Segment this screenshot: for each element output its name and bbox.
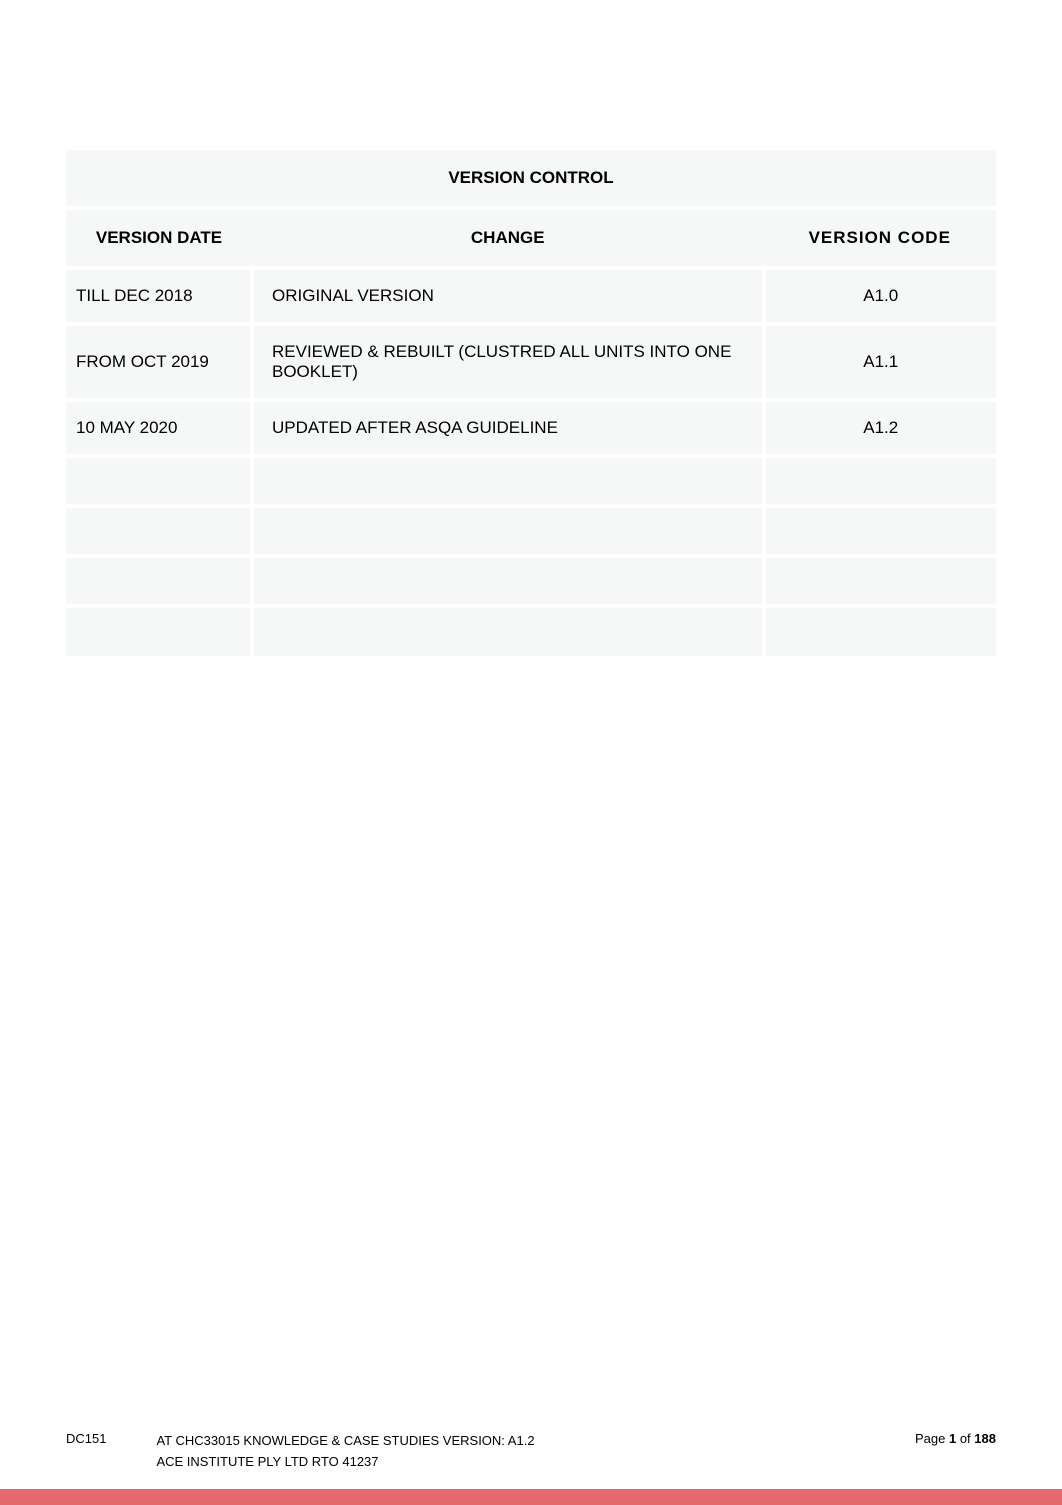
page-total: 188 [974,1431,996,1446]
cell-empty [764,456,997,506]
cell-change: UPDATED AFTER ASQA GUIDELINE [252,400,764,456]
cell-empty [252,556,764,606]
table-header-row: VERSION DATE CHANGE VERSION CODE [66,208,996,268]
cell-date: 10 MAY 2020 [66,400,252,456]
footer-doc-code: DC151 [66,1431,106,1473]
cell-empty [764,556,997,606]
cell-empty [66,506,252,556]
header-version-date: VERSION DATE [66,208,252,268]
version-control-table: VERSION CONTROL VERSION DATE CHANGE VERS… [66,150,996,656]
cell-date: TILL DEC 2018 [66,268,252,324]
table-row-empty [66,506,996,556]
footer-title-line: AT CHC33015 KNOWLEDGE & CASE STUDIES VER… [156,1431,534,1452]
cell-empty [66,606,252,656]
table-row: 10 MAY 2020 UPDATED AFTER ASQA GUIDELINE… [66,400,996,456]
cell-code: A1.2 [764,400,997,456]
header-version-code: VERSION CODE [764,208,997,268]
footer-page-info: Page 1 of 188 [915,1431,996,1446]
page-label: Page [915,1431,949,1446]
cell-empty [66,456,252,506]
cell-empty [764,506,997,556]
table-row: TILL DEC 2018 ORIGINAL VERSION A1.0 [66,268,996,324]
cell-change: REVIEWED & REBUILT (CLUSTRED ALL UNITS I… [252,324,764,400]
table-row: FROM OCT 2019 REVIEWED & REBUILT (CLUSTR… [66,324,996,400]
footer-center: AT CHC33015 KNOWLEDGE & CASE STUDIES VER… [156,1431,534,1473]
cell-code: A1.0 [764,268,997,324]
cell-empty [252,506,764,556]
table-title: VERSION CONTROL [66,150,996,208]
cell-empty [252,606,764,656]
footer-org-line: ACE INSTITUTE PLY LTD RTO 41237 [156,1452,534,1473]
page-of: of [956,1431,974,1446]
cell-change: ORIGINAL VERSION [252,268,764,324]
table-row-empty [66,556,996,606]
cell-empty [252,456,764,506]
cell-empty [764,606,997,656]
page-footer: DC151 AT CHC33015 KNOWLEDGE & CASE STUDI… [66,1431,996,1473]
footer-left: DC151 AT CHC33015 KNOWLEDGE & CASE STUDI… [66,1431,535,1473]
cell-empty [66,556,252,606]
header-change: CHANGE [252,208,764,268]
table-title-row: VERSION CONTROL [66,150,996,208]
table-row-empty [66,456,996,506]
bottom-accent-bar [0,1489,1062,1505]
cell-date: FROM OCT 2019 [66,324,252,400]
cell-code: A1.1 [764,324,997,400]
table-row-empty [66,606,996,656]
